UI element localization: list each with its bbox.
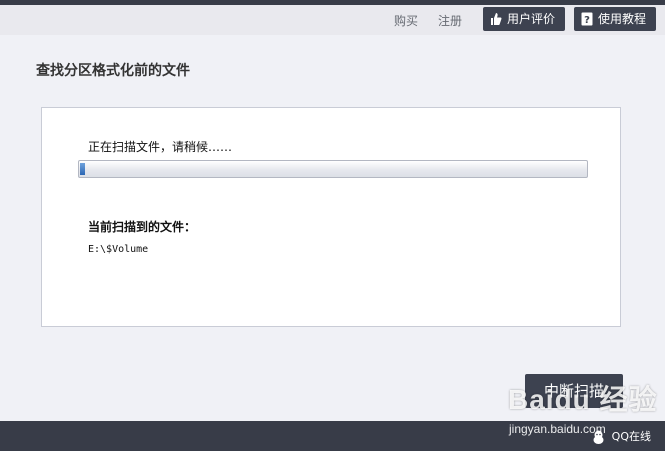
- scan-progress-fill: [80, 163, 86, 175]
- qq-penguin-icon: [593, 430, 604, 444]
- current-file-label: 当前扫描到的文件：: [88, 220, 197, 234]
- qq-online-link[interactable]: QQ在线: [592, 428, 651, 445]
- page-title: 查找分区格式化前的文件: [36, 63, 190, 79]
- current-file-path: E:\$Volume: [88, 244, 149, 255]
- thumbs-up-icon: [491, 13, 502, 25]
- header-bar: 购买 注册 用户评价 ? 使用教程: [0, 5, 665, 35]
- scan-panel: 正在扫描文件，请稍候…… 当前扫描到的文件： E:\$Volume: [41, 107, 621, 327]
- buy-link[interactable]: 购买: [394, 12, 418, 29]
- footer-bar: QQ在线: [0, 421, 665, 451]
- tutorial-button[interactable]: ? 使用教程: [574, 7, 656, 31]
- scan-progress-bar: [78, 160, 588, 178]
- user-review-label: 用户评价: [507, 12, 556, 26]
- register-link[interactable]: 注册: [438, 12, 462, 29]
- scan-status-text: 正在扫描文件，请稍候……: [88, 140, 233, 154]
- help-document-icon: ?: [581, 12, 593, 26]
- tutorial-label: 使用教程: [598, 12, 647, 26]
- user-review-button[interactable]: 用户评价: [483, 7, 565, 31]
- qq-online-label: QQ在线: [611, 430, 651, 443]
- stop-scan-button[interactable]: 中断扫描: [525, 374, 623, 408]
- svg-text:?: ?: [584, 15, 590, 26]
